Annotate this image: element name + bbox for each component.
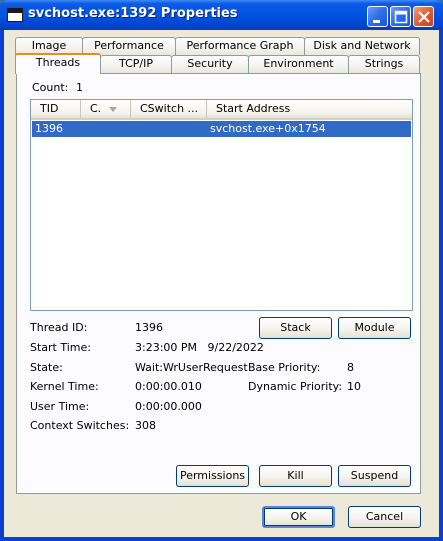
base-priority-label: Base Priority: xyxy=(248,361,321,374)
column-label: C. xyxy=(90,102,102,115)
kernel-time-value: 0:00:00.010 xyxy=(135,380,202,393)
threads-list-header: TID C. CSwitch ... Start Address xyxy=(31,100,412,120)
count-label: Count: xyxy=(32,81,69,94)
tab-disk-and-network[interactable]: Disk and Network xyxy=(304,37,420,55)
context-switches-label: Context Switches: xyxy=(30,419,130,432)
maximize-icon xyxy=(394,10,408,24)
tab-label: Performance Graph xyxy=(186,39,294,52)
minimize-button[interactable] xyxy=(367,6,388,27)
properties-window: svchost.exe:1392 Properties Image Perfor… xyxy=(0,0,443,541)
tab-tcpip[interactable]: TCP/IP xyxy=(100,55,172,73)
tab-label: Image xyxy=(31,39,67,52)
state-label: State: xyxy=(30,361,63,374)
tab-strings[interactable]: Strings xyxy=(348,55,420,73)
close-icon xyxy=(418,11,430,23)
dynamic-priority-label: Dynamic Priority: xyxy=(248,380,343,393)
tab-label: Threads xyxy=(35,56,81,69)
column-header-cswitch[interactable]: CSwitch ... xyxy=(131,100,207,118)
thread-id-value: 1396 xyxy=(135,321,163,334)
tab-environment[interactable]: Environment xyxy=(248,55,349,73)
stack-button[interactable]: Stack xyxy=(259,317,332,339)
title-bar[interactable]: svchost.exe:1392 Properties xyxy=(0,0,443,30)
suspend-button[interactable]: Suspend xyxy=(338,465,411,487)
tab-performance-graph[interactable]: Performance Graph xyxy=(175,37,305,55)
threads-list[interactable]: TID C. CSwitch ... Start Address 1396 sv… xyxy=(30,99,413,311)
column-label: CSwitch ... xyxy=(140,102,199,115)
user-time-label: User Time: xyxy=(30,400,90,413)
count-value: 1 xyxy=(76,81,83,94)
ok-button[interactable]: OK xyxy=(262,506,335,528)
tab-label: Disk and Network xyxy=(313,39,411,52)
maximize-button[interactable] xyxy=(390,6,411,27)
column-header-start-address[interactable]: Start Address xyxy=(207,100,412,118)
sort-arrow-icon xyxy=(109,107,117,112)
thread-id-label: Thread ID: xyxy=(30,321,88,334)
cancel-button[interactable]: Cancel xyxy=(348,506,421,528)
context-switches-value: 308 xyxy=(135,419,156,432)
app-window-icon xyxy=(7,8,23,22)
column-header-c[interactable]: C. xyxy=(81,100,131,118)
table-row[interactable]: 1396 svchost.exe+0x1754 xyxy=(32,121,411,137)
module-button[interactable]: Module xyxy=(338,317,411,339)
state-value: Wait:WrUserRequest xyxy=(135,361,248,374)
column-label: Start Address xyxy=(216,102,291,115)
dynamic-priority-value: 10 xyxy=(347,380,361,393)
tab-label: Strings xyxy=(364,57,404,70)
tab-threads[interactable]: Threads xyxy=(15,53,101,74)
start-time-label: Start Time: xyxy=(30,341,91,354)
tab-security[interactable]: Security xyxy=(171,55,249,73)
user-time-value: 0:00:00.000 xyxy=(135,400,202,413)
column-header-tid[interactable]: TID xyxy=(31,100,81,118)
base-priority-value: 8 xyxy=(347,361,354,374)
tab-label: Environment xyxy=(263,57,334,70)
column-label: TID xyxy=(40,102,59,115)
cell-start-address: svchost.exe+0x1754 xyxy=(210,122,326,135)
permissions-button[interactable]: Permissions xyxy=(176,465,249,487)
window-title: svchost.exe:1392 Properties xyxy=(28,6,238,21)
cell-tid: 1396 xyxy=(35,122,63,135)
start-time-value: 3:23:00 PM 9/22/2022 xyxy=(135,341,264,354)
minimize-icon xyxy=(373,20,380,23)
tab-label: Security xyxy=(187,57,233,70)
kernel-time-label: Kernel Time: xyxy=(30,380,99,393)
tab-label: Performance xyxy=(94,39,164,52)
kill-button[interactable]: Kill xyxy=(259,465,332,487)
tab-label: TCP/IP xyxy=(119,57,153,70)
close-button[interactable] xyxy=(413,6,434,27)
